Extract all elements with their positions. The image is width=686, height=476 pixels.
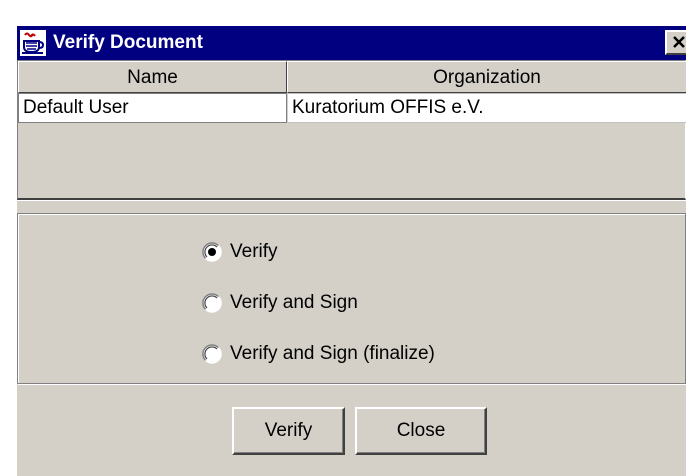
table-row[interactable]: Default User Kuratorium OFFIS e.V. (18, 93, 686, 123)
signer-table-area: Name Organization Default User Kuratoriu… (17, 60, 686, 201)
radio-verify[interactable]: Verify (202, 238, 278, 266)
column-header-organization[interactable]: Organization (287, 61, 686, 93)
column-header-name[interactable]: Name (18, 61, 287, 93)
radio-unselected-icon[interactable] (202, 344, 222, 364)
close-button[interactable]: Close (355, 407, 487, 455)
cell-name[interactable]: Default User (18, 93, 287, 123)
verify-mode-options: Verify Verify and Sign Verify and Sign (… (17, 213, 686, 384)
radio-verify-and-sign-label: Verify and Sign (230, 292, 358, 313)
java-coffee-cup-icon (20, 30, 46, 56)
title-bar[interactable]: Verify Document (17, 26, 686, 60)
radio-verify-and-sign-finalize[interactable]: Verify and Sign (finalize) (202, 340, 435, 368)
radio-verify-and-sign[interactable]: Verify and Sign (202, 289, 358, 317)
radio-verify-label: Verify (230, 241, 278, 262)
verify-document-dialog: Verify Document Name Organization Defaul… (0, 0, 686, 476)
radio-selected-icon[interactable] (202, 242, 222, 262)
window-title: Verify Document (53, 32, 203, 53)
cell-organization[interactable]: Kuratorium OFFIS e.V. (288, 93, 686, 123)
signer-table: Name Organization Default User Kuratoriu… (17, 60, 686, 200)
close-icon (673, 36, 685, 48)
radio-verify-and-sign-finalize-label: Verify and Sign (finalize) (230, 343, 435, 364)
close-window-button[interactable] (665, 30, 686, 55)
radio-unselected-icon[interactable] (202, 293, 222, 313)
verify-button[interactable]: Verify (232, 407, 345, 455)
dialog-body: Name Organization Default User Kuratoriu… (17, 60, 686, 476)
